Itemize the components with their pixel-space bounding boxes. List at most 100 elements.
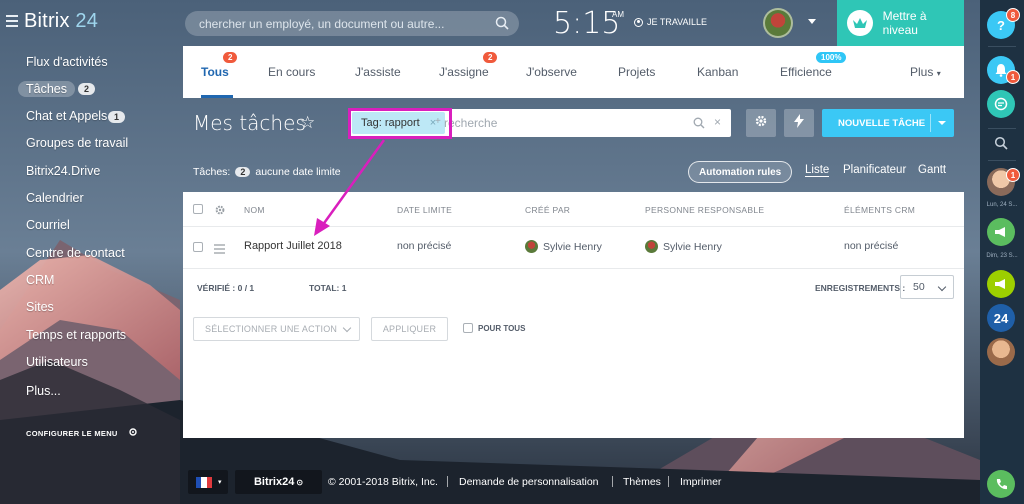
sidebar-item-tasks[interactable]: Tâches xyxy=(18,81,75,97)
avatar xyxy=(645,240,658,253)
tab-kanban[interactable]: Kanban xyxy=(697,65,738,79)
view-planner[interactable]: Planificateur xyxy=(843,164,906,176)
crown-icon xyxy=(847,10,873,36)
tab-all[interactable]: Tous xyxy=(201,65,229,79)
column-header-crm[interactable]: ÉLÉMENTS CRM xyxy=(844,205,915,215)
new-task-button[interactable]: NOUVELLE TÂCHE xyxy=(822,109,954,137)
chevron-down-icon[interactable] xyxy=(938,121,946,125)
tab-efficiency-badge: 100% xyxy=(816,52,847,63)
task-crm: non précisé xyxy=(844,240,899,252)
themes-link[interactable]: Thèmes xyxy=(623,476,661,488)
page-footer: ▾ Bitrix24 ⊙ © 2001-2018 Bitrix, Inc. Dem… xyxy=(183,468,964,496)
chevron-down-icon xyxy=(937,282,947,292)
verified-count: VÉRIFIÉ : 0 / 1 xyxy=(197,283,255,293)
search-icon[interactable] xyxy=(693,116,705,134)
open-lines-icon[interactable] xyxy=(987,90,1015,118)
automation-button[interactable] xyxy=(784,109,814,137)
column-header-deadline[interactable]: DATE LIMITE xyxy=(397,205,452,215)
view-list[interactable]: Liste xyxy=(805,164,830,177)
sidebar-item-contact-center[interactable]: Centre de contact xyxy=(26,246,125,260)
work-status-icon xyxy=(634,17,643,27)
active-tab-indicator xyxy=(201,95,233,98)
annotation-highlight-box xyxy=(348,108,452,139)
user-avatar[interactable] xyxy=(763,8,793,38)
customization-link[interactable]: Demande de personnalisation xyxy=(459,476,599,488)
task-responsible[interactable]: Sylvie Henry xyxy=(645,240,722,253)
logo[interactable]: Bitrix 24 xyxy=(24,10,98,33)
chevron-down-icon: ▾ xyxy=(936,69,941,78)
gear-icon[interactable] xyxy=(214,203,226,221)
bitrix24-button[interactable]: Bitrix24 ⊙ xyxy=(235,470,322,494)
view-gantt[interactable]: Gantt xyxy=(918,164,946,176)
sidebar-item-mail[interactable]: Courriel xyxy=(26,218,70,232)
tab-more[interactable]: Plus ▾ xyxy=(910,65,941,79)
contact-avatar[interactable] xyxy=(987,338,1015,366)
task-name-link[interactable]: Rapport Juillet 2018 xyxy=(244,240,342,252)
row-menu-icon[interactable] xyxy=(214,241,225,259)
chevron-down-icon: ▾ xyxy=(218,479,222,486)
page-size-select[interactable]: 50 xyxy=(900,275,954,299)
help-badge: 8 xyxy=(1006,8,1020,22)
filter-search-input[interactable] xyxy=(444,115,674,131)
sidebar-item-sites[interactable]: Sites xyxy=(26,300,54,314)
for-all-option[interactable]: POUR TOUS xyxy=(463,323,525,333)
sidebar-tasks-badge: 2 xyxy=(78,83,96,95)
sidebar-item-workgroups[interactable]: Groupes de travail xyxy=(26,136,128,150)
sidebar-item-calendar[interactable]: Calendrier xyxy=(26,191,84,205)
upgrade-button[interactable]: Mettre à niveau xyxy=(837,0,964,46)
lightning-icon xyxy=(793,113,805,133)
settings-button[interactable] xyxy=(746,109,776,137)
total-count: TOTAL: 1 xyxy=(309,283,347,293)
search-input[interactable] xyxy=(199,15,489,32)
bitrix24-chat-icon[interactable]: 24 xyxy=(987,304,1015,332)
announcement-icon[interactable] xyxy=(987,270,1015,298)
task-creator[interactable]: Sylvie Henry xyxy=(525,240,602,253)
sidebar-item-users[interactable]: Utilisateurs xyxy=(26,355,88,369)
task-deadline: non précisé xyxy=(397,240,452,252)
tab-projects[interactable]: Projets xyxy=(618,65,655,79)
apply-button[interactable]: APPLIQUER xyxy=(371,317,448,341)
page-title: Mes tâches xyxy=(193,111,306,135)
chevron-down-icon xyxy=(342,323,352,333)
tab-assigned[interactable]: J'assigne xyxy=(439,65,489,79)
right-panel: ? 8 1 1 Lun, 24 S... Dim, 23 S... 24 xyxy=(980,0,1024,504)
tab-efficiency[interactable]: Efficience xyxy=(780,65,832,79)
search-icon[interactable] xyxy=(495,16,509,35)
task-tabs: Tous 2 En cours J'assiste J'assigne 2 J'… xyxy=(183,46,964,98)
star-icon[interactable]: ☆ xyxy=(300,113,315,133)
gear-icon xyxy=(754,114,768,133)
tab-observing[interactable]: J'observe xyxy=(526,65,577,79)
print-link[interactable]: Imprimer xyxy=(680,476,721,488)
select-all-checkbox[interactable] xyxy=(193,204,203,214)
row-checkbox[interactable] xyxy=(193,242,203,252)
configure-menu-button[interactable]: CONFIGURER LE MENU xyxy=(26,427,138,439)
france-flag-icon xyxy=(196,476,212,488)
search-icon[interactable] xyxy=(994,136,1008,155)
clock: 5:15 xyxy=(553,6,621,41)
tab-assisting[interactable]: J'assiste xyxy=(355,65,401,79)
column-header-created-by[interactable]: CRÉÉ PAR xyxy=(525,205,570,215)
user-menu-caret-icon[interactable] xyxy=(808,19,816,24)
tab-in-progress[interactable]: En cours xyxy=(268,65,315,79)
megaphone-icon[interactable] xyxy=(987,218,1015,246)
clock-ampm: AM xyxy=(612,10,624,19)
work-status[interactable]: JE TRAVAILLE xyxy=(634,17,707,27)
notifications-badge: 1 xyxy=(1006,70,1020,84)
sidebar-item-drive[interactable]: Bitrix24.Drive xyxy=(26,164,100,178)
language-selector[interactable]: ▾ xyxy=(188,470,228,494)
column-header-responsible[interactable]: PERSONNE RESPONSABLE xyxy=(645,205,764,215)
automation-rules-button[interactable]: Automation rules xyxy=(688,161,793,183)
action-select[interactable]: SÉLECTIONNER UNE ACTION xyxy=(193,317,360,341)
clear-filter-icon[interactable]: × xyxy=(714,115,721,129)
column-header-name[interactable]: NOM xyxy=(244,205,265,215)
sidebar-item-more[interactable]: Plus... xyxy=(26,384,61,398)
menu-icon[interactable] xyxy=(6,15,18,27)
global-search[interactable] xyxy=(185,11,519,36)
phone-icon[interactable] xyxy=(987,470,1015,498)
for-all-checkbox[interactable] xyxy=(463,323,473,333)
chat-badge: 1 xyxy=(1006,168,1020,182)
sidebar-item-crm[interactable]: CRM xyxy=(26,273,54,287)
sidebar-item-activity[interactable]: Flux d'activités xyxy=(26,55,108,69)
sidebar-item-chat[interactable]: Chat et Appels xyxy=(26,109,107,123)
sidebar-item-time-reports[interactable]: Temps et rapports xyxy=(26,328,126,342)
